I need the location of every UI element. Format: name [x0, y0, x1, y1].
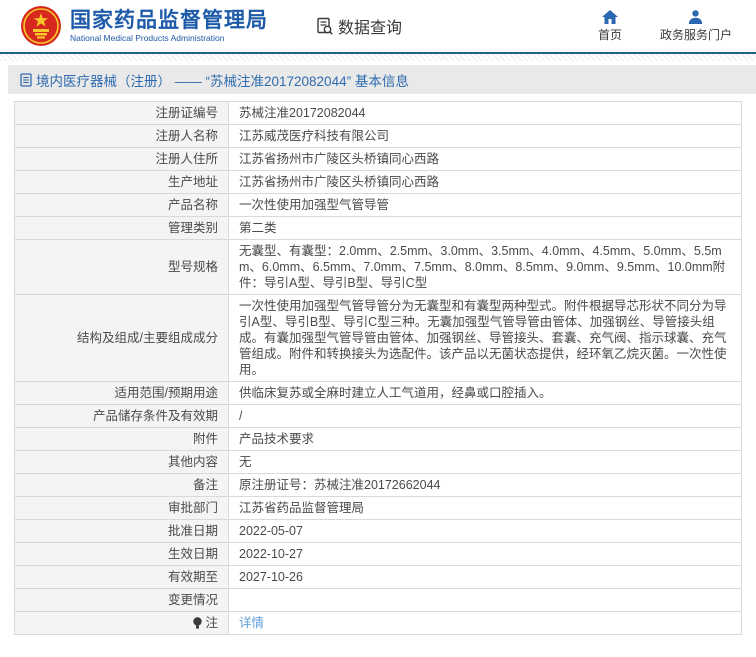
table-row: 审批部门 江苏省药品监督管理局 — [15, 497, 741, 520]
row-label-text: 其他内容 — [167, 455, 218, 469]
row-value: 苏械注准20172082044 — [229, 102, 741, 124]
row-label-text: 生产地址 — [167, 175, 218, 189]
header-nav: 首页 政务服务门户 — [597, 9, 732, 43]
row-label-text: 备注 — [192, 478, 218, 492]
row-label: 适用范围/预期用途 — [15, 382, 229, 404]
row-value: 供临床复苏或全麻时建立人工气道用，经鼻或口腔插入。 — [229, 382, 741, 404]
row-label-text: 有效期至 — [167, 570, 218, 584]
row-label: 结构及组成/主要组成成分 — [15, 295, 229, 381]
row-label-text: 注册人名称 — [155, 129, 218, 143]
table-row: 生产地址 江苏省扬州市广陵区头桥镇同心西路 — [15, 171, 741, 194]
row-label: 变更情况 — [15, 589, 229, 611]
row-label-text: 适用范围/预期用途 — [114, 386, 218, 400]
row-label: 管理类别 — [15, 217, 229, 239]
row-label-text: 产品储存条件及有效期 — [92, 409, 218, 423]
document-icon — [20, 72, 32, 87]
table-row: 生效日期 2022-10-27 — [15, 543, 741, 566]
row-label: 备注 — [15, 474, 229, 496]
data-query-button[interactable]: 数据查询 — [316, 14, 402, 38]
row-value: 第二类 — [229, 217, 741, 239]
table-row: 附件 产品技术要求 — [15, 428, 741, 451]
row-label: 审批部门 — [15, 497, 229, 519]
row-label: 注册证编号 — [15, 102, 229, 124]
agency-title-en: National Medical Products Administration — [70, 32, 225, 43]
row-label-text: 型号规格 — [167, 260, 218, 274]
row-value: / — [229, 405, 741, 427]
row-label: 注 — [15, 612, 229, 634]
row-value: 江苏威茂医疗科技有限公司 — [229, 125, 741, 147]
nav-gov-portal-label: 政务服务门户 — [659, 27, 732, 42]
page-header: 国家药品监督管理局 National Medical Products Admi… — [0, 0, 756, 54]
row-value: 江苏省药品监督管理局 — [229, 497, 741, 519]
row-label: 其他内容 — [15, 451, 229, 473]
nav-home-label: 首页 — [597, 27, 622, 42]
bulb-icon — [193, 617, 203, 629]
document-search-icon — [317, 17, 333, 35]
table-row: 型号规格 无囊型、有囊型：2.0mm、2.5mm、3.0mm、3.5mm、4.0… — [15, 240, 741, 295]
breadcrumb: 境内医疗器械（注册） —— “苏械注准20172082044” 基本信息 — [8, 65, 756, 94]
row-value: 无 — [229, 451, 741, 473]
hatch-strip — [0, 54, 756, 61]
data-query-label: 数据查询 — [338, 20, 403, 37]
row-label-text: 注册证编号 — [155, 106, 218, 120]
row-label: 生效日期 — [15, 543, 229, 565]
row-value: 2022-10-27 — [229, 543, 741, 565]
table-row: 注 详情 — [15, 612, 741, 635]
row-label: 附件 — [15, 428, 229, 450]
breadcrumb-text: 境内医疗器械（注册） —— “苏械注准20172082044” 基本信息 — [36, 73, 409, 89]
row-label: 产品储存条件及有效期 — [15, 405, 229, 427]
table-row: 管理类别 第二类 — [15, 217, 741, 240]
info-table: 注册证编号 苏械注准20172082044 注册人名称 江苏威茂医疗科技有限公司… — [14, 101, 742, 635]
row-value: 2027-10-26 — [229, 566, 741, 588]
nav-gov-portal[interactable]: 政务服务门户 — [659, 9, 732, 43]
nav-home[interactable]: 首页 — [597, 9, 622, 43]
row-label-text: 产品名称 — [167, 198, 218, 212]
row-value — [229, 589, 741, 611]
detail-link[interactable]: 详情 — [239, 615, 264, 631]
row-label-text: 注 — [205, 616, 218, 630]
table-row: 注册证编号 苏械注准20172082044 — [15, 102, 741, 125]
row-label-text: 结构及组成/主要组成成分 — [77, 331, 218, 345]
row-value: 江苏省扬州市广陵区头桥镇同心西路 — [229, 148, 741, 170]
row-value: 无囊型、有囊型：2.0mm、2.5mm、3.0mm、3.5mm、4.0mm、4.… — [229, 240, 741, 294]
table-row: 变更情况 — [15, 589, 741, 612]
table-row: 产品名称 一次性使用加强型气管导管 — [15, 194, 741, 217]
row-value: 一次性使用加强型气管导管 — [229, 194, 741, 216]
row-label: 有效期至 — [15, 566, 229, 588]
row-label-text: 附件 — [192, 432, 218, 446]
home-icon — [601, 9, 618, 24]
table-row: 结构及组成/主要组成成分 一次性使用加强型气管导管分为无囊型和有囊型两种型式。附… — [15, 295, 741, 382]
row-value: 一次性使用加强型气管导管分为无囊型和有囊型两种型式。附件根据导芯形状不同分为导引… — [229, 295, 741, 381]
row-value: 详情 — [229, 612, 741, 634]
national-emblem-icon — [21, 6, 61, 46]
row-label-text: 变更情况 — [167, 593, 218, 607]
row-label-text: 批准日期 — [167, 524, 218, 538]
agency-logo: 国家药品监督管理局 National Medical Products Admi… — [20, 5, 268, 47]
row-value: 江苏省扬州市广陵区头桥镇同心西路 — [229, 171, 741, 193]
table-row: 适用范围/预期用途 供临床复苏或全麻时建立人工气道用，经鼻或口腔插入。 — [15, 382, 741, 405]
table-row: 产品储存条件及有效期 / — [15, 405, 741, 428]
table-row: 其他内容 无 — [15, 451, 741, 474]
row-label-text: 注册人住所 — [155, 152, 218, 166]
row-label-text: 管理类别 — [167, 221, 218, 235]
row-label: 批准日期 — [15, 520, 229, 542]
row-label: 注册人名称 — [15, 125, 229, 147]
table-row: 备注 原注册证号：苏械注准20172662044 — [15, 474, 741, 497]
person-icon — [689, 9, 703, 24]
row-value: 原注册证号：苏械注准20172662044 — [229, 474, 741, 496]
row-value: 产品技术要求 — [229, 428, 741, 450]
table-row: 注册人住所 江苏省扬州市广陵区头桥镇同心西路 — [15, 148, 741, 171]
table-row: 批准日期 2022-05-07 — [15, 520, 741, 543]
row-label: 生产地址 — [15, 171, 229, 193]
row-label: 注册人住所 — [15, 148, 229, 170]
row-label: 型号规格 — [15, 240, 229, 294]
row-label: 产品名称 — [15, 194, 229, 216]
table-row: 有效期至 2027-10-26 — [15, 566, 741, 589]
row-value: 2022-05-07 — [229, 520, 741, 542]
table-row: 注册人名称 江苏威茂医疗科技有限公司 — [15, 125, 741, 148]
row-label-text: 生效日期 — [167, 547, 218, 561]
row-label-text: 审批部门 — [167, 501, 218, 515]
agency-title-cn: 国家药品监督管理局 — [70, 8, 268, 32]
